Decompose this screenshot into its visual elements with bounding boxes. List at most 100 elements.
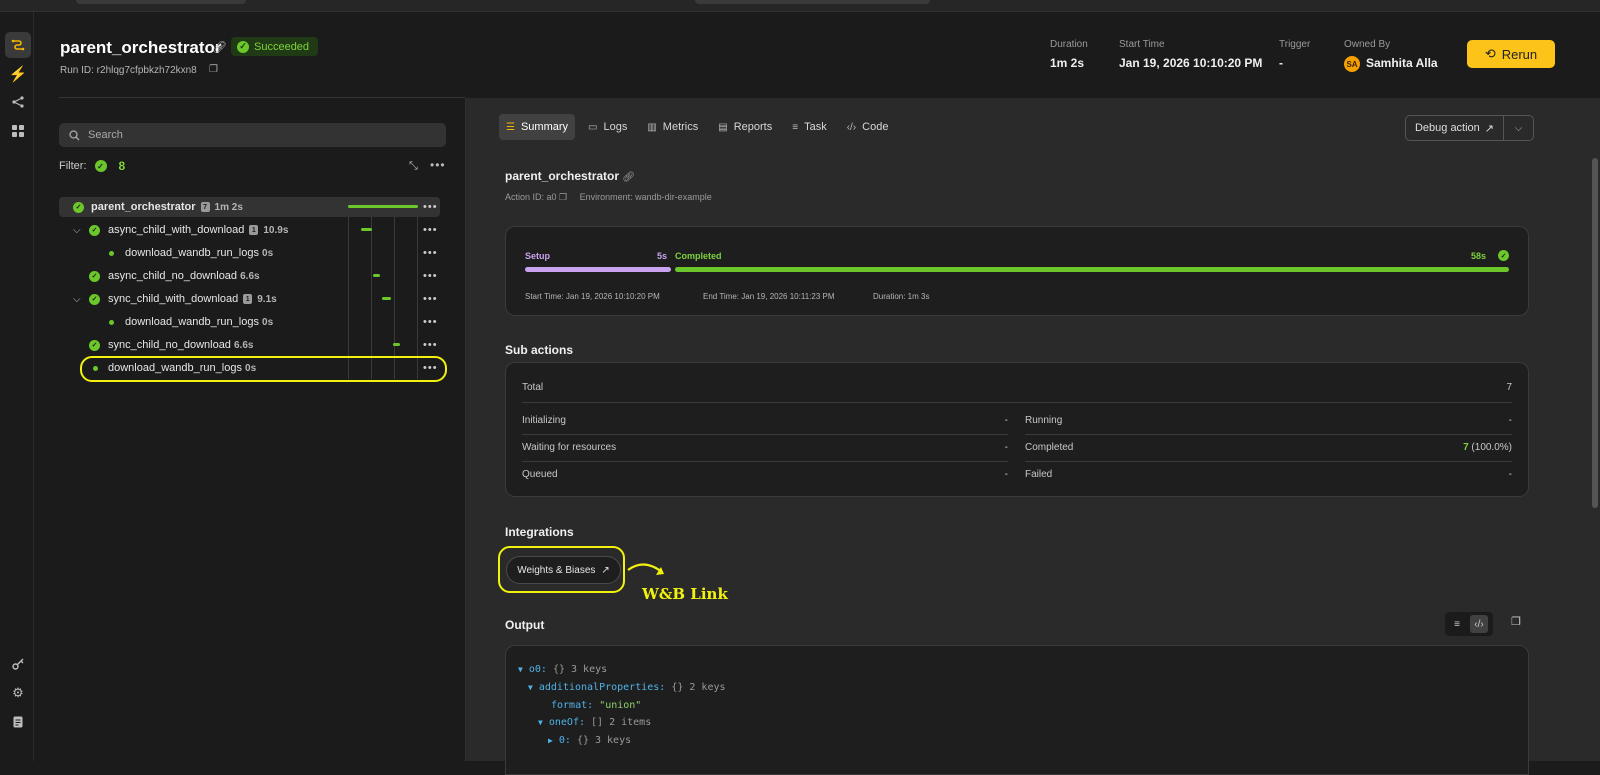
- action-id: Action ID: a0: [505, 192, 557, 202]
- filter-label: Filter:: [59, 160, 87, 172]
- refresh-icon: ⟲: [1484, 46, 1496, 61]
- meta-label: Trigger: [1279, 39, 1311, 50]
- apps-icon[interactable]: [5, 118, 31, 144]
- status-dot: [109, 319, 114, 325]
- document-icon[interactable]: [5, 709, 31, 735]
- rerun-button[interactable]: ⟲ Rerun: [1467, 40, 1555, 68]
- more-icon[interactable]: •••: [423, 293, 438, 305]
- search-input[interactable]: Search: [59, 123, 446, 147]
- tree-row[interactable]: ⌵ ✓ sync_child_with_download 1 9.1s •••: [59, 289, 440, 309]
- tab-bar: ☰ Summary ▭ Logs ▥ Metrics ▤ Reports ≡ Task ‹…: [499, 114, 895, 140]
- setup-duration: 5s: [657, 251, 668, 261]
- copy-icon[interactable]: ❐: [559, 192, 567, 202]
- tab-ghost: [695, 0, 930, 4]
- more-icon[interactable]: •••: [423, 201, 438, 213]
- meta-value: 1m 2s: [1050, 56, 1085, 70]
- json-meta: {} 3 keys: [576, 735, 632, 746]
- annotation-arrow-icon: [627, 563, 664, 575]
- link-icon[interactable]: 🔗︎: [212, 40, 227, 54]
- tree-row[interactable]: download_wandb_run_logs 0s •••: [59, 312, 440, 332]
- tree-row[interactable]: ⌵ ✓ async_child_with_download 1 10.9s •••: [59, 220, 440, 240]
- tab-reports[interactable]: ▤ Reports: [711, 114, 779, 140]
- copy-icon[interactable]: ❐: [209, 64, 218, 75]
- key-icon[interactable]: [5, 651, 31, 677]
- json-key: format:: [551, 700, 594, 711]
- chevron-down-icon[interactable]: ⌵: [73, 294, 81, 305]
- collapse-icon[interactable]: ⤡: [409, 160, 418, 173]
- json-line[interactable]: ▼ additionalProperties: {} 2 keys: [528, 682, 726, 693]
- metrics-icon: ▥: [647, 121, 657, 133]
- check-icon: ✓: [94, 160, 107, 172]
- more-icon[interactable]: •••: [430, 158, 446, 172]
- meta-label: Duration: [1050, 39, 1088, 50]
- debug-action-button[interactable]: Debug action ↗: [1405, 115, 1504, 141]
- rerun-label: Rerun: [1501, 46, 1538, 62]
- tree-row[interactable]: download_wandb_run_logs 0s •••: [59, 243, 440, 263]
- avatar: SA: [1344, 56, 1360, 72]
- gear-icon[interactable]: ⚙: [5, 680, 31, 706]
- check-icon: ✓: [237, 40, 249, 53]
- debug-dropdown-button[interactable]: ⌵: [1504, 115, 1534, 141]
- json-meta: {} 2 keys: [671, 682, 726, 693]
- action-duration: 6.6s: [240, 271, 260, 282]
- run-header: parent_orchestrator 🔗︎ ✓ Succeeded Run I…: [35, 12, 1600, 98]
- divider: [1025, 461, 1512, 462]
- tab-metrics[interactable]: ▥ Metrics: [640, 114, 705, 140]
- annotation-text: W&B Link: [642, 585, 728, 603]
- divider: [1025, 434, 1512, 435]
- chevron-down-icon[interactable]: ⌵: [73, 225, 81, 236]
- runs-icon[interactable]: [5, 32, 31, 58]
- share-icon[interactable]: [5, 89, 31, 115]
- status-dot: [109, 250, 114, 256]
- timeline-end: End Time: Jan 19, 2026 10:11:23 PM: [703, 292, 835, 301]
- action-duration: 0s: [262, 317, 274, 328]
- sub-actions-title: Sub actions: [505, 343, 574, 357]
- tab-task[interactable]: ≡ Task: [785, 114, 833, 140]
- action-duration: 9.1s: [257, 294, 277, 305]
- meta-label: Start Time: [1119, 39, 1165, 50]
- completed-bar: [675, 267, 1509, 272]
- tab-logs[interactable]: ▭ Logs: [581, 114, 634, 140]
- json-line[interactable]: ▼ oneOf: [] 2 items: [538, 717, 651, 728]
- more-icon[interactable]: •••: [423, 247, 438, 259]
- scrollbar[interactable]: [1592, 158, 1598, 508]
- json-line[interactable]: ▼ o0: {} 3 keys: [518, 664, 607, 675]
- search-icon: [69, 129, 80, 140]
- code-view-icon[interactable]: ‹/›: [1470, 615, 1488, 633]
- run-title: parent_orchestrator: [60, 38, 222, 57]
- action-name: sync_child_no_download: [108, 339, 231, 351]
- annotation-highlight: [80, 356, 447, 382]
- action-meta: Action ID: a0 ❐ Environment: wandb-dir-e…: [505, 192, 712, 203]
- check-icon: ✓: [89, 293, 100, 305]
- filter-control[interactable]: Filter: ✓ 8: [59, 159, 125, 173]
- text-view-icon[interactable]: ≡: [1448, 615, 1466, 633]
- action-name: async_child_no_download: [108, 270, 238, 282]
- output-title: Output: [505, 618, 545, 632]
- output-view-toggle: ≡ ‹/›: [1445, 612, 1493, 636]
- tree-row-parent[interactable]: ✓ parent_orchestrator 7 1m 2s •••: [59, 197, 440, 217]
- tab-code[interactable]: ‹/› Code: [840, 114, 896, 140]
- divider: [522, 461, 1008, 462]
- setup-label: Setup: [525, 251, 551, 261]
- tree-row[interactable]: ✓ sync_child_no_download 6.6s •••: [59, 335, 440, 355]
- more-icon[interactable]: •••: [423, 270, 438, 282]
- action-name: sync_child_with_download: [108, 293, 239, 305]
- json-key: o0:: [528, 664, 547, 675]
- more-icon[interactable]: •••: [423, 316, 438, 328]
- check-icon: ✓: [89, 339, 100, 351]
- more-icon[interactable]: •••: [423, 224, 438, 236]
- check-icon: ✓: [1498, 250, 1509, 261]
- meta-trigger: Trigger -: [1279, 39, 1310, 70]
- meta-owner: Owned By SA Samhita Alla: [1344, 39, 1438, 72]
- copy-icon[interactable]: ❐: [1511, 615, 1521, 628]
- action-name-text: parent_orchestrator: [505, 169, 620, 183]
- link-icon[interactable]: 🔗︎: [622, 172, 635, 183]
- debug-label: Debug action: [1414, 122, 1480, 134]
- json-line[interactable]: ▶ 0: {} 3 keys: [548, 735, 631, 746]
- bolt-icon[interactable]: ⚡: [5, 61, 31, 87]
- action-duration: 1m 2s: [214, 202, 243, 213]
- tree-row[interactable]: ✓ async_child_no_download 6.6s •••: [59, 266, 440, 286]
- more-icon[interactable]: •••: [423, 339, 438, 351]
- tree-row-label: sync_child_no_download 6.6s: [108, 339, 253, 351]
- tab-summary[interactable]: ☰ Summary: [499, 114, 576, 140]
